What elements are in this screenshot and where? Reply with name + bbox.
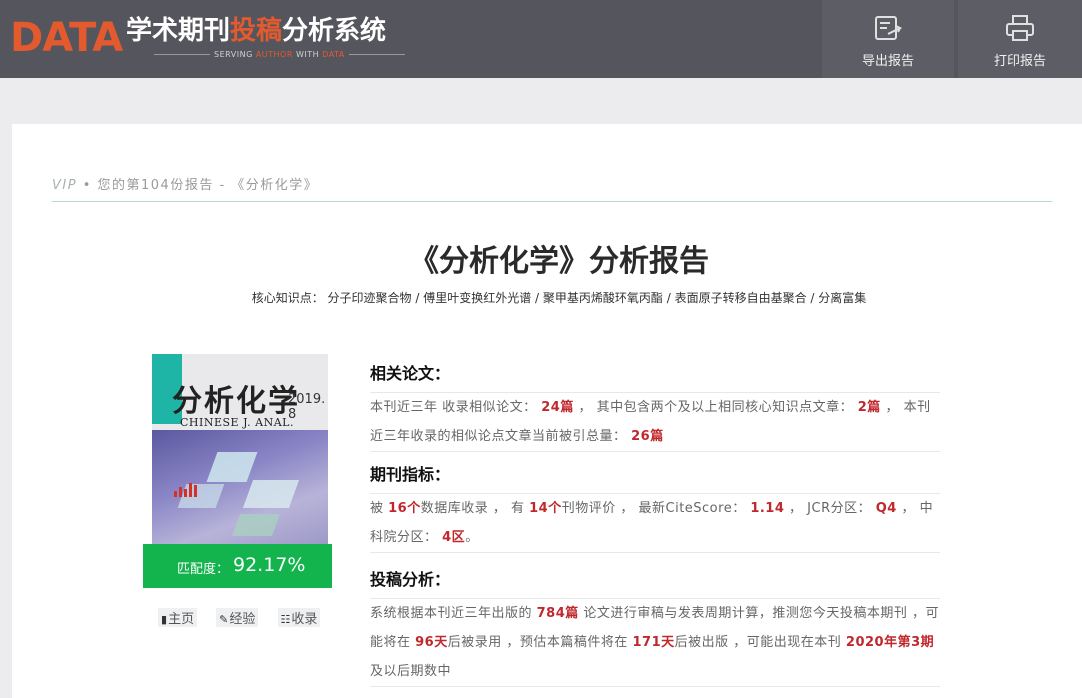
export-report-label: 导出报告 — [861, 54, 914, 69]
book-icon: ▮ — [161, 613, 168, 626]
cover-title: 分析化学 — [172, 384, 300, 419]
match-score-badge: 匹配度： 92.17% — [143, 544, 332, 588]
export-report-button[interactable]: 导出报告 — [822, 0, 954, 78]
edit-icon: ✎ — [219, 613, 229, 626]
breadcrumb-text: • 您的第104份报告 - 《分析化学》 — [77, 178, 319, 193]
vip-badge: VIP — [52, 178, 78, 193]
homepage-link[interactable]: ▮主页 — [158, 608, 198, 627]
printer-icon — [1006, 15, 1034, 41]
top-header: DATA 学术期刊投稿分析系统 SERVING AUTHOR WITH DATA… — [0, 0, 1082, 78]
divider — [52, 201, 1052, 202]
match-label: 匹配度： — [177, 562, 230, 577]
experience-link[interactable]: ✎经验 — [216, 608, 259, 627]
submission-analysis-section: 投稿分析： 系统根据本刊近三年出版的 784篇 论文进行审稿与发表周期计算，推测… — [370, 566, 940, 687]
print-report-button[interactable]: 打印报告 — [958, 0, 1082, 78]
section-heading: 投稿分析： — [370, 570, 451, 589]
match-value: 92.17% — [233, 554, 306, 576]
submission-text: 系统根据本刊近三年出版的 784篇 论文进行审稿与发表周期计算，推测您今天投稿本… — [370, 599, 940, 687]
indicators-text: 被 16个数据库收录 ， 有 14个刊物评价 ， 最新CiteScore： 1.… — [370, 494, 940, 553]
site-title: 学术期刊投稿分析系统 — [126, 16, 387, 46]
cover-artwork — [152, 430, 328, 544]
journal-cover-image[interactable]: 分析化学 2019. 8 CHINESE J. ANAL. CHEM. — [152, 354, 328, 544]
site-logo[interactable]: DATA 学术期刊投稿分析系统 SERVING AUTHOR WITH DATA — [10, 14, 410, 64]
section-heading: 相关论文： — [370, 364, 451, 383]
breadcrumb: VIP • 您的第104份报告 - 《分析化学》 — [52, 174, 318, 193]
page-title: 《分析化学》分析报告 — [409, 244, 709, 279]
report-card: VIP • 您的第104份报告 - 《分析化学》 《分析化学》分析报告 核心知识… — [12, 124, 1082, 698]
papers-text: 本刊近三年 收录相似论文： 24篇 ， 其中包含两个及以上相同核心知识点文章： … — [370, 393, 940, 452]
print-report-label: 打印报告 — [993, 54, 1046, 69]
export-icon — [875, 16, 903, 40]
cover-links: ▮主页 ✎经验 ☷收录 — [158, 608, 338, 627]
journal-indicators-section: 期刊指标： 被 16个数据库收录 ， 有 14个刊物评价 ， 最新CiteSco… — [370, 461, 940, 553]
related-papers-section: 相关论文： 本刊近三年 收录相似论文： 24篇 ， 其中包含两个及以上相同核心知… — [370, 360, 940, 452]
indexing-link[interactable]: ☷收录 — [277, 608, 321, 627]
section-heading: 期刊指标： — [370, 465, 451, 484]
key-knowledge-points: 核心知识点： 分子印迹聚合物 / 傅里叶变换红外光谱 / 聚甲基丙烯酸环氧丙酯 … — [251, 291, 867, 305]
sitemap-icon: ☷ — [280, 613, 291, 626]
site-subtitle: SERVING AUTHOR WITH DATA — [150, 50, 409, 59]
logo-data-text: DATA — [10, 15, 123, 61]
